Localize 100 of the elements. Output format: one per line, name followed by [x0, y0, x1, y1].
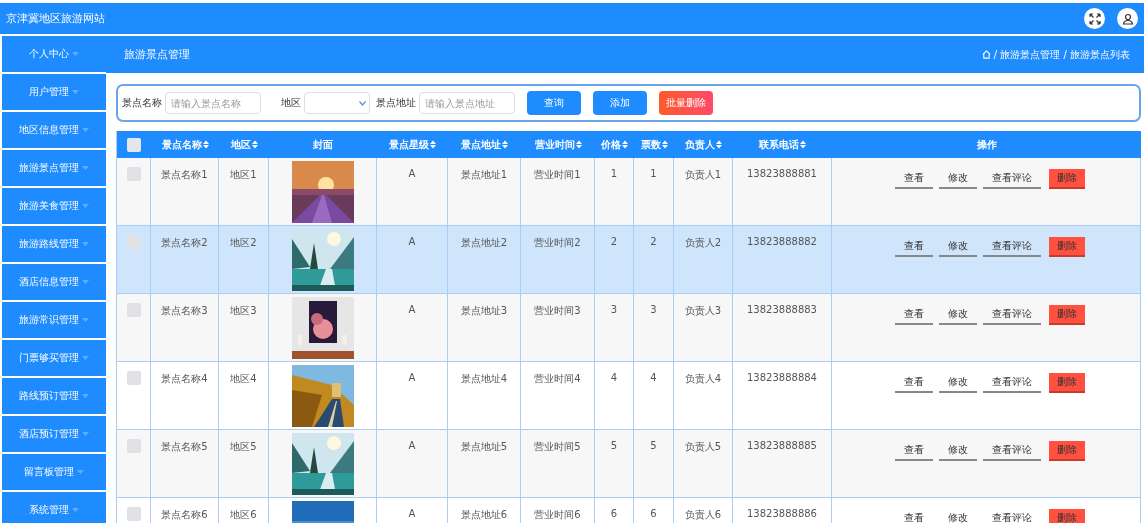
action-link[interactable]: 查看: [895, 509, 933, 523]
action-link[interactable]: 查看: [895, 441, 933, 461]
checkbox[interactable]: [127, 137, 141, 152]
sidebar-item[interactable]: 个人中心: [2, 36, 106, 72]
checkbox[interactable]: [126, 439, 141, 453]
fullscreen-icon[interactable]: [1084, 8, 1105, 29]
home-icon[interactable]: [981, 50, 991, 59]
column-header[interactable]: 营业时间: [534, 137, 582, 152]
checkbox[interactable]: [126, 167, 141, 181]
column-header[interactable]: 景点星级: [389, 137, 436, 152]
sort-icon[interactable]: [716, 140, 722, 149]
delete-button[interactable]: 删除: [1049, 169, 1085, 189]
sidebar-item[interactable]: 旅游美食管理: [2, 188, 106, 224]
sidebar-item[interactable]: 旅游路线管理: [2, 226, 106, 262]
sidebar-item[interactable]: 用户管理: [2, 74, 106, 110]
field-label: 地区: [281, 96, 301, 110]
caret-icon: [82, 318, 89, 322]
table-row[interactable]: 景点名称3 地区3 A 景点地址3 营业时间3 3 3 负责人3 13823888883 查看 修改 查看评论 删除: [117, 294, 1141, 362]
action-link[interactable]: 修改: [939, 305, 977, 325]
sidebar-item[interactable]: 路线预订管理: [2, 378, 106, 414]
checkbox[interactable]: [126, 303, 141, 317]
action-link[interactable]: 查看评论: [983, 509, 1041, 523]
sort-icon[interactable]: [251, 140, 258, 149]
sort-icon[interactable]: [202, 140, 209, 149]
column-header[interactable]: 封面: [313, 137, 333, 152]
column-header[interactable]: 联系电话: [759, 137, 806, 152]
sidebar-item[interactable]: 酒店信息管理: [2, 264, 106, 300]
table-cell: 景点名称5: [161, 440, 208, 454]
action-link[interactable]: 修改: [939, 441, 977, 461]
sort-icon[interactable]: [800, 140, 806, 149]
search-button[interactable]: 查询: [527, 91, 581, 115]
action-link[interactable]: 查看: [895, 373, 933, 393]
action-link[interactable]: 修改: [939, 509, 977, 523]
sidebar-item[interactable]: 旅游常识管理: [2, 302, 106, 338]
sort-icon[interactable]: [502, 140, 508, 149]
table-cell: 营业时间3: [534, 304, 581, 318]
column-header[interactable]: 地区: [230, 137, 258, 152]
table-cell: 营业时间1: [534, 168, 581, 182]
sort-icon[interactable]: [661, 140, 668, 149]
table-cell: 负责人5: [684, 440, 722, 454]
action-link[interactable]: 查看评论: [983, 237, 1041, 257]
sort-icon[interactable]: [622, 140, 628, 149]
caret-icon: [82, 166, 89, 170]
delete-button[interactable]: 删除: [1049, 509, 1085, 523]
sidebar-item[interactable]: 门票够买管理: [2, 340, 106, 376]
search-field[interactable]: 请输入景点地址: [419, 92, 515, 114]
action-link[interactable]: 修改: [939, 169, 977, 189]
action-link[interactable]: 查看: [895, 169, 933, 189]
table-cell: 13823888884: [747, 372, 817, 383]
action-link[interactable]: 查看评论: [983, 441, 1041, 461]
sidebar-item[interactable]: 地区信息管理: [2, 112, 106, 148]
delete-button[interactable]: 删除: [1049, 305, 1085, 325]
table-row[interactable]: 景点名称2 地区2 A 景点地址2 营业时间2 2 2 负责人2 13823888882 查看 修改 查看评论 删除: [117, 226, 1141, 294]
sidebar-item[interactable]: 留言板管理: [2, 454, 106, 490]
sidebar-item[interactable]: 旅游景点管理: [2, 150, 106, 186]
column-header[interactable]: 景点地址: [461, 137, 508, 152]
table-cell: 负责人1: [684, 168, 722, 182]
action-link[interactable]: 修改: [939, 373, 977, 393]
sort-icon[interactable]: [430, 140, 436, 149]
column-header[interactable]: 操作: [976, 137, 997, 152]
delete-button[interactable]: 删除: [1049, 237, 1085, 257]
checkbox[interactable]: [126, 507, 141, 521]
search-button[interactable]: 添加: [593, 91, 647, 115]
action-link[interactable]: 修改: [939, 237, 977, 257]
table-cell: 地区1: [230, 168, 257, 182]
column-header[interactable]: 景点名称: [161, 137, 209, 152]
table-cell: 地区2: [230, 236, 257, 250]
batch-delete-button[interactable]: 批量删除: [659, 91, 713, 115]
table-cell: A: [408, 440, 416, 451]
delete-button[interactable]: 删除: [1049, 373, 1085, 393]
column-header[interactable]: 价格: [601, 137, 628, 152]
action-link[interactable]: 查看: [895, 237, 933, 257]
action-link[interactable]: 查看评论: [983, 373, 1041, 393]
sidebar-item[interactable]: 酒店预订管理: [2, 416, 106, 452]
sidebar-item[interactable]: 系统管理: [2, 492, 106, 523]
user-icon[interactable]: [1117, 8, 1138, 29]
table-cell: A: [408, 508, 416, 519]
table-cell: 景点名称6: [161, 508, 208, 522]
table-row[interactable]: 景点名称1 地区1 A 景点地址1 营业时间1 1 1 负责人1 13823888881 查看 修改 查看评论 删除: [117, 158, 1141, 226]
sort-icon[interactable]: [575, 140, 582, 149]
action-link[interactable]: 查看评论: [983, 305, 1041, 325]
table-cell: 景点地址2: [460, 236, 508, 250]
checkbox[interactable]: [126, 371, 141, 385]
column-header[interactable]: 票数: [640, 137, 668, 152]
table-row[interactable]: 景点名称4 地区4 A 景点地址4 营业时间4 4 4 负责人4 13823888884 查看 修改 查看评论 删除: [117, 362, 1141, 430]
action-link[interactable]: 查看评论: [983, 169, 1041, 189]
table-cell: 负责人2: [684, 236, 722, 250]
table-cell: 营业时间4: [534, 372, 581, 386]
table-cell: 地区3: [230, 304, 257, 318]
delete-button[interactable]: 删除: [1049, 441, 1085, 461]
breadcrumb[interactable]: / 旅游景点管理 / 旅游景点列表: [993, 47, 1130, 62]
column-header[interactable]: 负责人: [685, 137, 722, 152]
search-field[interactable]: 请输入景点名称: [165, 92, 261, 114]
action-link[interactable]: 查看: [895, 305, 933, 325]
caret-icon: [72, 52, 79, 56]
table-cell: 3: [610, 304, 618, 315]
table-cell: 地区6: [230, 508, 257, 522]
table-cell: 景点名称3: [161, 304, 208, 318]
table-cell: 景点地址1: [460, 168, 508, 182]
table-row[interactable]: 景点名称5 地区5 A 景点地址5 营业时间5 5 5 负责人5 13823888885 查看 修改 查看评论 删除: [117, 430, 1141, 498]
